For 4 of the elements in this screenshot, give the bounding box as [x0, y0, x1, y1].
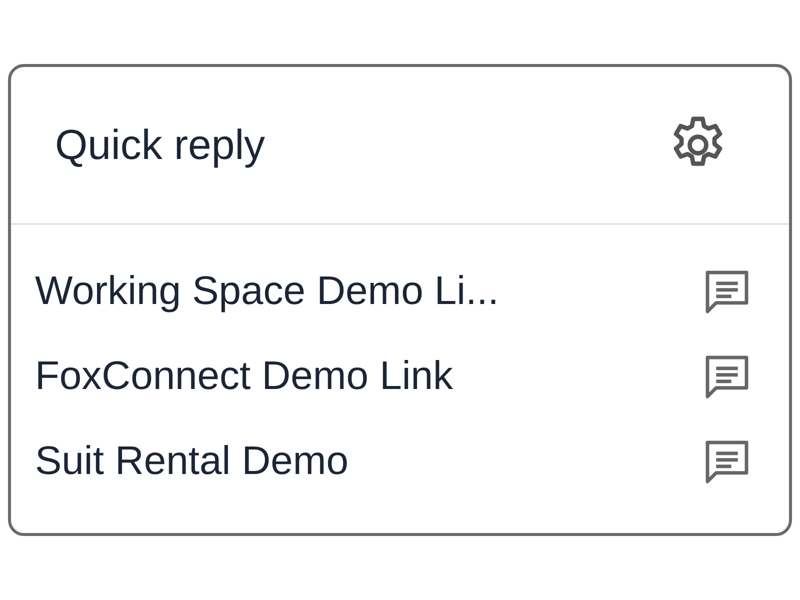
quick-reply-item[interactable]: Suit Rental Demo — [35, 439, 348, 484]
card-title: Quick reply — [55, 121, 266, 169]
quick-reply-item[interactable]: FoxConnect Demo Link — [35, 354, 453, 399]
quick-reply-item[interactable]: Working Space Demo Li... — [35, 269, 499, 314]
